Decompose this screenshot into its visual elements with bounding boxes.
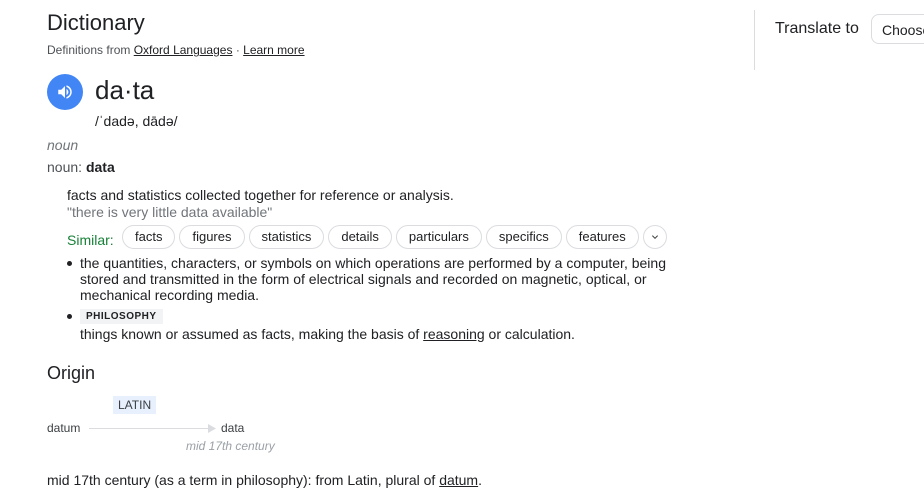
- definition-2: the quantities, characters, or symbols o…: [80, 255, 666, 303]
- latin-badge: LATIN: [113, 396, 157, 414]
- reasoning-link[interactable]: reasoning: [423, 326, 485, 342]
- bullet-point: [67, 314, 72, 319]
- definition-3: things known or assumed as facts, making…: [80, 326, 575, 342]
- arrow-right-icon: [208, 424, 216, 433]
- pos-line: noun: data: [47, 159, 115, 175]
- definition-2-line: stored and transmitted in the form of el…: [80, 271, 647, 287]
- panel-divider: [754, 10, 755, 70]
- similar-chip[interactable]: details: [328, 225, 392, 249]
- learn-more-link[interactable]: Learn more: [243, 43, 304, 57]
- origin-text-end: .: [478, 472, 482, 488]
- etymology-target-word: data: [221, 421, 245, 435]
- origin-text: mid 17th century (as a term in philosoph…: [47, 472, 482, 488]
- part-of-speech: noun: [47, 137, 79, 153]
- translate-label: Translate to: [775, 20, 859, 37]
- translate-language-select[interactable]: Choose language: [871, 14, 924, 44]
- pronounce-button[interactable]: [47, 74, 83, 110]
- definition-3-text-end: or calculation.: [484, 326, 575, 342]
- origin-text-body: mid 17th century (as a term in philosoph…: [47, 472, 440, 488]
- definition-3-text: things known or assumed as facts, making…: [80, 326, 424, 342]
- pos-word: data: [85, 159, 115, 175]
- similar-chip[interactable]: specifics: [485, 225, 562, 249]
- pronunciation: /ˈdadə, dādə/: [95, 113, 178, 129]
- more-similar-button[interactable]: [642, 225, 667, 249]
- definition-2-line: mechanical recording media.: [80, 287, 259, 303]
- oxford-languages-link[interactable]: Oxford Languages: [134, 43, 233, 57]
- etymology-source-word: datum: [47, 421, 81, 435]
- source-prefix: Definitions from: [47, 43, 131, 57]
- speaker-icon: [58, 85, 72, 99]
- headword: da·ta: [95, 75, 155, 105]
- similar-chip[interactable]: features: [565, 225, 639, 249]
- source-line: Definitions from Oxford Languages · Lear…: [47, 43, 305, 57]
- etymology-date: mid 17th century: [186, 439, 275, 453]
- similar-chip[interactable]: figures: [179, 225, 245, 249]
- definition-2-line: the quantities, characters, or symbols o…: [80, 255, 666, 271]
- similar-label: Similar:: [67, 232, 114, 248]
- bullet-point: [67, 261, 72, 266]
- source-separator: ·: [235, 43, 240, 57]
- dictionary-title: Dictionary: [47, 10, 145, 35]
- philosophy-tag: PHILOSOPHY: [80, 309, 163, 324]
- etymology-arrow-line: [89, 428, 211, 429]
- similar-chip[interactable]: statistics: [248, 225, 325, 249]
- chevron-down-icon: [651, 235, 658, 239]
- similar-chip[interactable]: facts: [122, 225, 176, 249]
- similar-chip[interactable]: particulars: [395, 225, 482, 249]
- pos-prefix: noun:: [47, 159, 83, 175]
- datum-link[interactable]: datum: [439, 472, 478, 488]
- origin-title: Origin: [47, 363, 96, 383]
- definition-1-example: "there is very little data available": [67, 204, 273, 220]
- similar-chips: facts figures statistics details particu…: [122, 225, 667, 249]
- definition-1: facts and statistics collected together …: [67, 187, 454, 203]
